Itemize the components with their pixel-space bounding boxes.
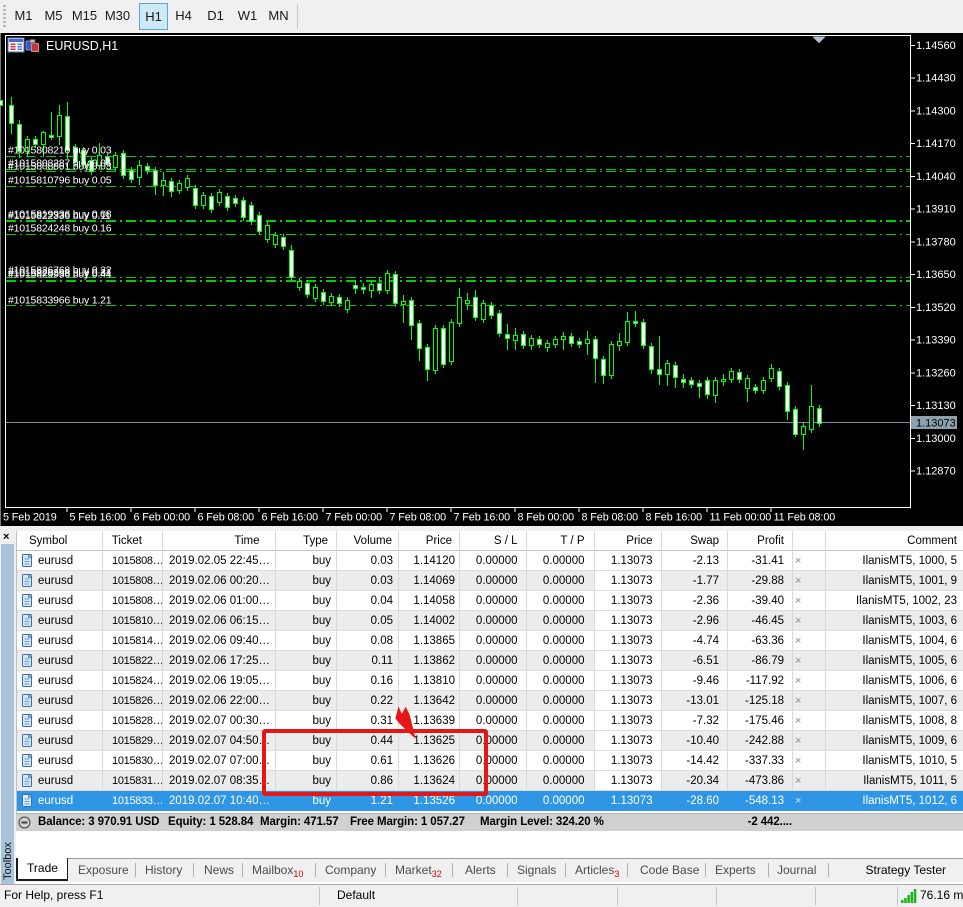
svg-text:#1015808861 buy 0.03: #1015808861 buy 0.03 [8, 161, 112, 173]
svg-text:6 Feb 00:00: 6 Feb 00:00 [134, 512, 191, 524]
svg-text:11 Feb 00:00: 11 Feb 00:00 [710, 512, 772, 524]
svg-text:7 Feb 16:00: 7 Feb 16:00 [454, 512, 511, 524]
svg-text:5 Feb 2019: 5 Feb 2019 [3, 512, 57, 524]
svg-text:11 Feb 08:00: 11 Feb 08:00 [774, 512, 836, 524]
svg-text:#1015810796 buy 0.05: #1015810796 buy 0.05 [8, 175, 112, 187]
svg-text:#1015822336 buy 0.11: #1015822336 buy 0.11 [8, 210, 111, 222]
svg-text:#1015833966 buy 1.21: #1015833966 buy 1.21 [8, 295, 112, 307]
svg-text:8 Feb 16:00: 8 Feb 16:00 [646, 512, 703, 524]
svg-text:8 Feb 00:00: 8 Feb 00:00 [518, 512, 575, 524]
svg-text:1.13000: 1.13000 [916, 433, 956, 445]
svg-text:1.13260: 1.13260 [916, 367, 956, 379]
svg-text:#1015824248 buy 0.16: #1015824248 buy 0.16 [8, 223, 112, 235]
svg-text:1.12870: 1.12870 [916, 466, 956, 478]
svg-text:6 Feb 08:00: 6 Feb 08:00 [198, 512, 255, 524]
svg-text:1.13650: 1.13650 [916, 269, 956, 281]
svg-text:7 Feb 08:00: 7 Feb 08:00 [390, 512, 447, 524]
svg-text:6 Feb 16:00: 6 Feb 16:00 [262, 512, 319, 524]
svg-text:1.14430: 1.14430 [916, 73, 956, 85]
svg-text:8 Feb 08:00: 8 Feb 08:00 [582, 512, 639, 524]
svg-text:1.13073: 1.13073 [916, 417, 956, 429]
svg-text:1.13520: 1.13520 [916, 302, 956, 314]
svg-text:1.13910: 1.13910 [916, 204, 956, 216]
svg-text:1.14560: 1.14560 [916, 40, 956, 52]
svg-text:1.14300: 1.14300 [916, 105, 956, 117]
svg-text:5 Feb 16:00: 5 Feb 16:00 [70, 512, 127, 524]
svg-text:#1015808210 buy 0.03: #1015808210 buy 0.03 [8, 145, 112, 157]
svg-text:1.13390: 1.13390 [916, 335, 956, 347]
svg-text:EURUSD,H1: EURUSD,H1 [46, 39, 118, 53]
svg-text:1.13130: 1.13130 [916, 400, 956, 412]
svg-text:1.13780: 1.13780 [916, 236, 956, 248]
svg-text:1.14040: 1.14040 [916, 171, 956, 183]
svg-text:7 Feb 00:00: 7 Feb 00:00 [326, 512, 383, 524]
svg-text:#1015829936 buy 0.44: #1015829936 buy 0.44 [8, 269, 112, 281]
svg-text:1.14170: 1.14170 [916, 138, 956, 150]
